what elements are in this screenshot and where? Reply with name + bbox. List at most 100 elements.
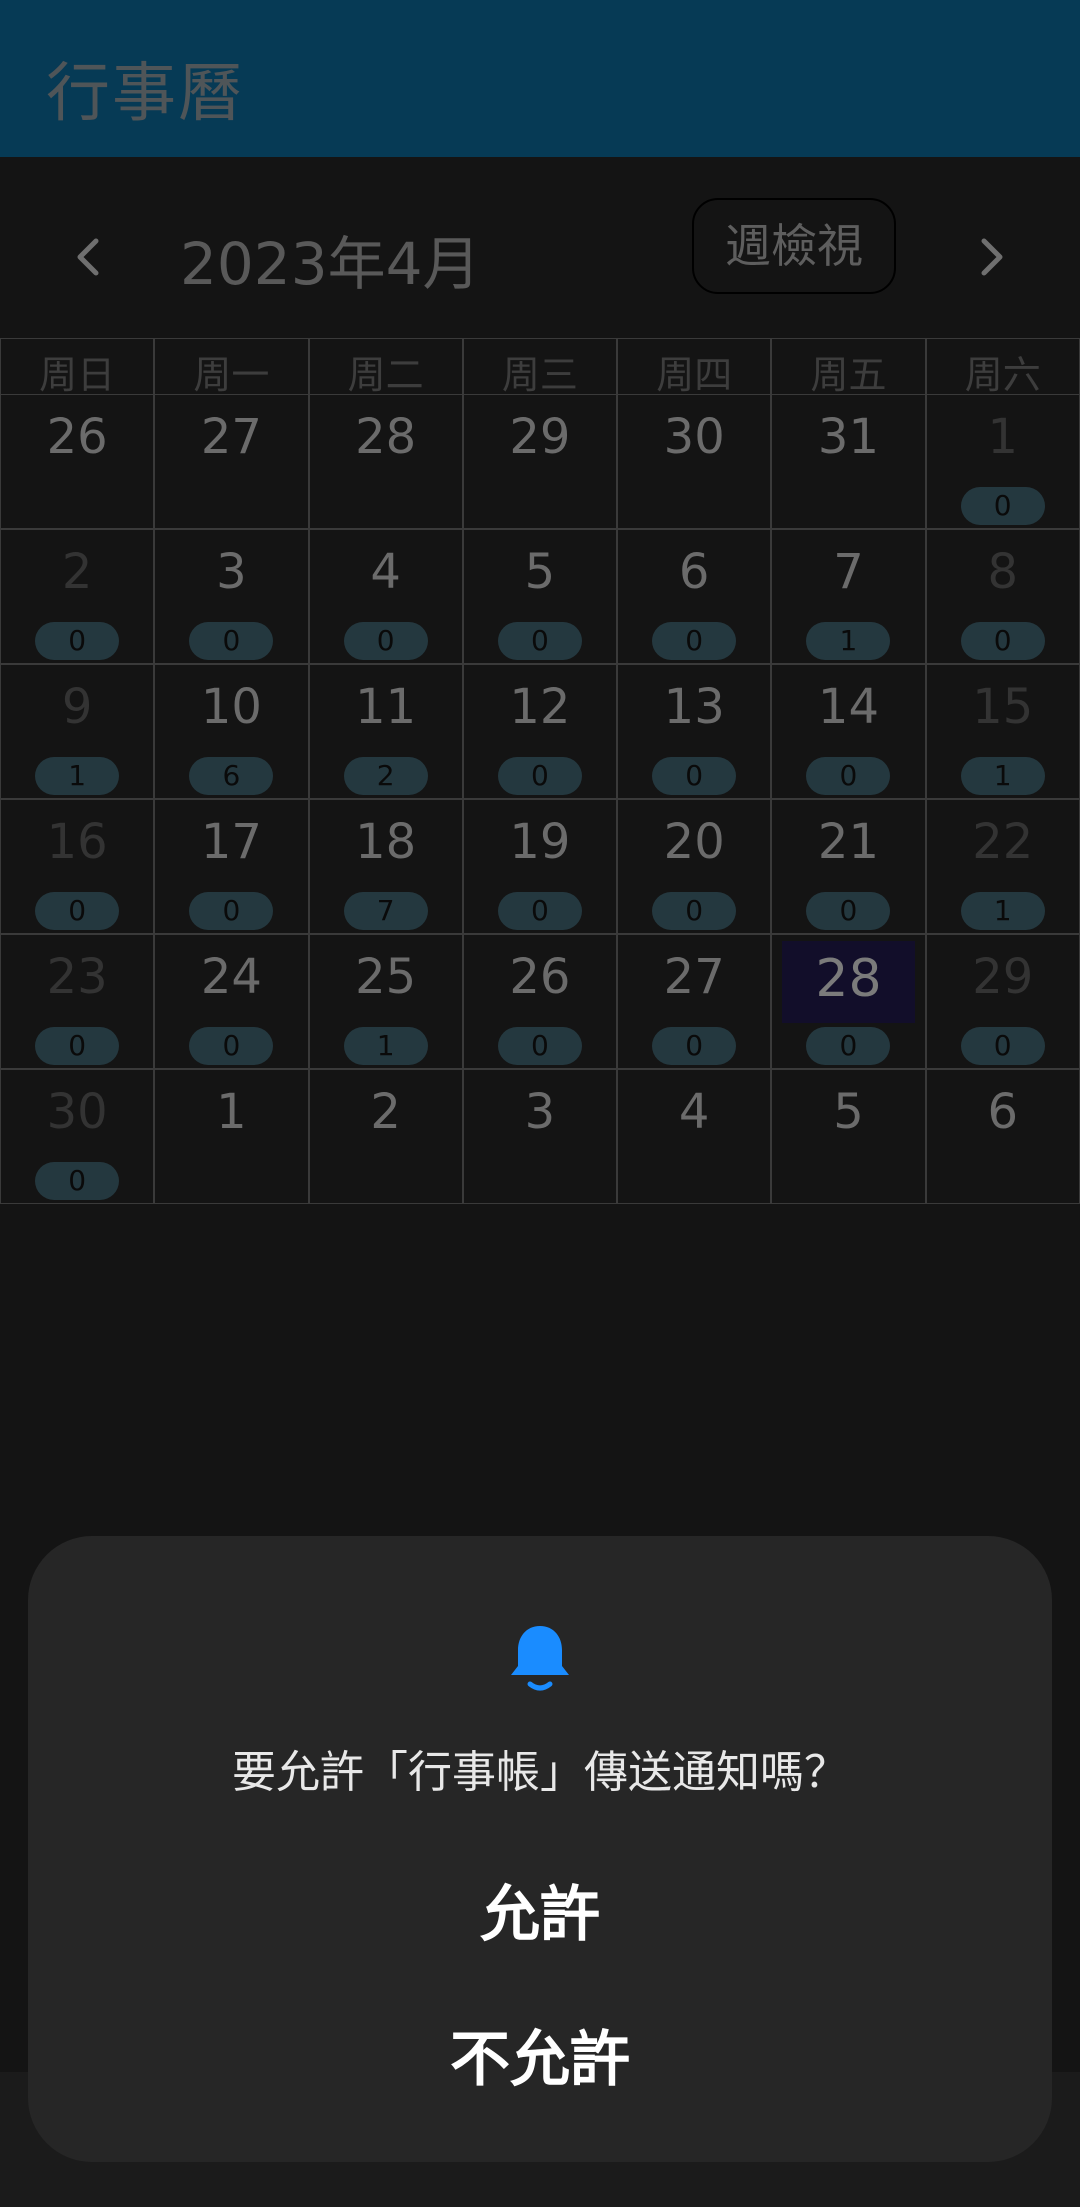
bell-icon [506,1620,574,1696]
day-number: 28 [815,949,882,1009]
day-cell[interactable]: 30 [617,394,772,529]
event-count-badge: 0 [35,1162,120,1200]
day-number: 27 [200,409,262,465]
day-number: 31 [817,409,879,465]
day-number: 7 [833,544,864,600]
event-count-badge: 0 [806,757,891,795]
day-number: 26 [46,409,108,465]
day-cell[interactable]: 22 1 [925,799,1080,934]
event-count-badge: 0 [189,892,274,930]
day-cell[interactable]: 60 [617,529,772,664]
calendar-week-row: 16 0 17 0 18 7 19 0 20 0 21 0 22 1 [0,799,1080,934]
event-count-badge: 0 [35,1027,120,1065]
day-number: 3 [216,544,247,600]
day-cell[interactable]: 26 [0,394,155,529]
day-cell[interactable]: 16 0 [0,799,155,934]
day-cell[interactable]: 30 [154,529,309,664]
day-cell[interactable]: 17 0 [154,799,309,934]
day-cell[interactable]: 19 0 [462,799,618,934]
day-cell[interactable]: 91 [0,664,155,799]
day-cell[interactable]: 31 [771,394,926,529]
event-count-badge: 0 [497,757,582,795]
previous-month-button[interactable] [68,227,108,287]
day-number: 27 [663,949,725,1005]
day-number: 24 [200,949,262,1005]
event-count-badge: 0 [806,1027,891,1065]
day-number: 30 [663,409,725,465]
dialog-question: 要允許「行事帳」傳送通知嗎？ [232,1747,848,1798]
weekday-header: 周一 [154,338,309,394]
day-number: 29 [509,409,571,465]
app-bar: 行事曆 [0,0,1080,157]
day-cell[interactable]: 29 [462,394,618,529]
day-cell[interactable]: 27 0 [617,934,772,1069]
day-cell[interactable]: 11 2 [308,664,463,799]
day-number: 1 [216,1084,247,1140]
day-cell[interactable]: 15 1 [925,664,1080,799]
day-number: 6 [678,544,710,600]
day-cell[interactable]: 6 [925,1069,1080,1204]
day-cell[interactable]: 10 [925,394,1080,529]
day-number: 14 [817,679,879,735]
event-count-badge: 2 [343,757,428,795]
day-cell[interactable]: 20 0 [617,799,772,934]
day-number: 19 [509,814,571,870]
day-cell[interactable]: 13 0 [617,664,772,799]
chevron-left-icon [77,238,99,276]
day-cell[interactable]: 20 [0,529,155,664]
day-cell[interactable]: 14 0 [771,664,926,799]
day-number: 11 [355,679,417,735]
weekday-header: 周日 [0,338,155,394]
day-number: 2 [61,544,93,600]
weekday-header: 周三 [462,338,618,394]
day-cell[interactable]: 2 [308,1069,463,1204]
day-cell[interactable]: 10 6 [154,664,309,799]
day-cell[interactable]: 28 [308,394,463,529]
day-cell[interactable]: 40 [308,529,463,664]
day-cell[interactable]: 18 7 [308,799,463,934]
day-cell[interactable]: 25 1 [308,934,463,1069]
day-cell[interactable]: 21 0 [771,799,926,934]
event-count-badge: 7 [343,892,428,930]
event-count-badge: 0 [35,622,120,660]
day-cell[interactable]: 50 [462,529,618,664]
event-count-badge: 0 [652,892,737,930]
day-cell[interactable]: 29 0 [925,934,1080,1069]
day-number: 12 [509,679,571,735]
day-number: 15 [972,679,1034,735]
app-title: 行事曆 [46,57,244,131]
day-cell[interactable]: 23 0 [0,934,155,1069]
event-count-badge: 1 [960,757,1045,795]
event-count-badge: 0 [652,1027,737,1065]
day-number: 4 [678,1084,710,1140]
weekday-header: 周四 [617,338,772,394]
day-cell[interactable]: 5 [771,1069,926,1204]
day-number: 16 [46,814,108,870]
day-cell[interactable]: 71 [771,529,926,664]
day-cell[interactable]: 3 [462,1069,618,1204]
day-cell[interactable]: 27 [154,394,309,529]
day-cell[interactable]: 12 0 [462,664,618,799]
allow-button[interactable]: 允許 [28,1866,1052,1953]
day-cell[interactable]: 24 0 [154,934,309,1069]
day-cell-today[interactable]: 28 0 [771,934,926,1069]
event-count-badge: 0 [960,487,1045,525]
event-count-badge: 1 [806,622,891,660]
day-number: 17 [200,814,262,870]
day-number: 26 [509,949,571,1005]
day-cell[interactable]: 26 0 [462,934,618,1069]
event-count-badge: 6 [189,757,274,795]
day-cell[interactable]: 4 [617,1069,772,1204]
day-cell[interactable]: 80 [925,529,1080,664]
day-cell[interactable]: 30 0 [0,1069,155,1204]
day-cell[interactable]: 1 [154,1069,309,1204]
next-month-button[interactable] [972,227,1012,287]
event-count-badge: 0 [960,1027,1045,1065]
notification-permission-dialog: 要允許「行事帳」傳送通知嗎？ 允許 不允許 [28,1536,1052,2162]
week-view-button[interactable]: 週檢視 [692,198,896,294]
calendar-week-row: 26 27 28 29 30 31 1 0 [0,394,1080,529]
deny-button[interactable]: 不允許 [28,2011,1052,2098]
day-number: 5 [833,1084,864,1140]
day-number: 30 [46,1084,108,1140]
calendar-week-row: 30 0 1 2 3 4 5 6 [0,1069,1080,1204]
